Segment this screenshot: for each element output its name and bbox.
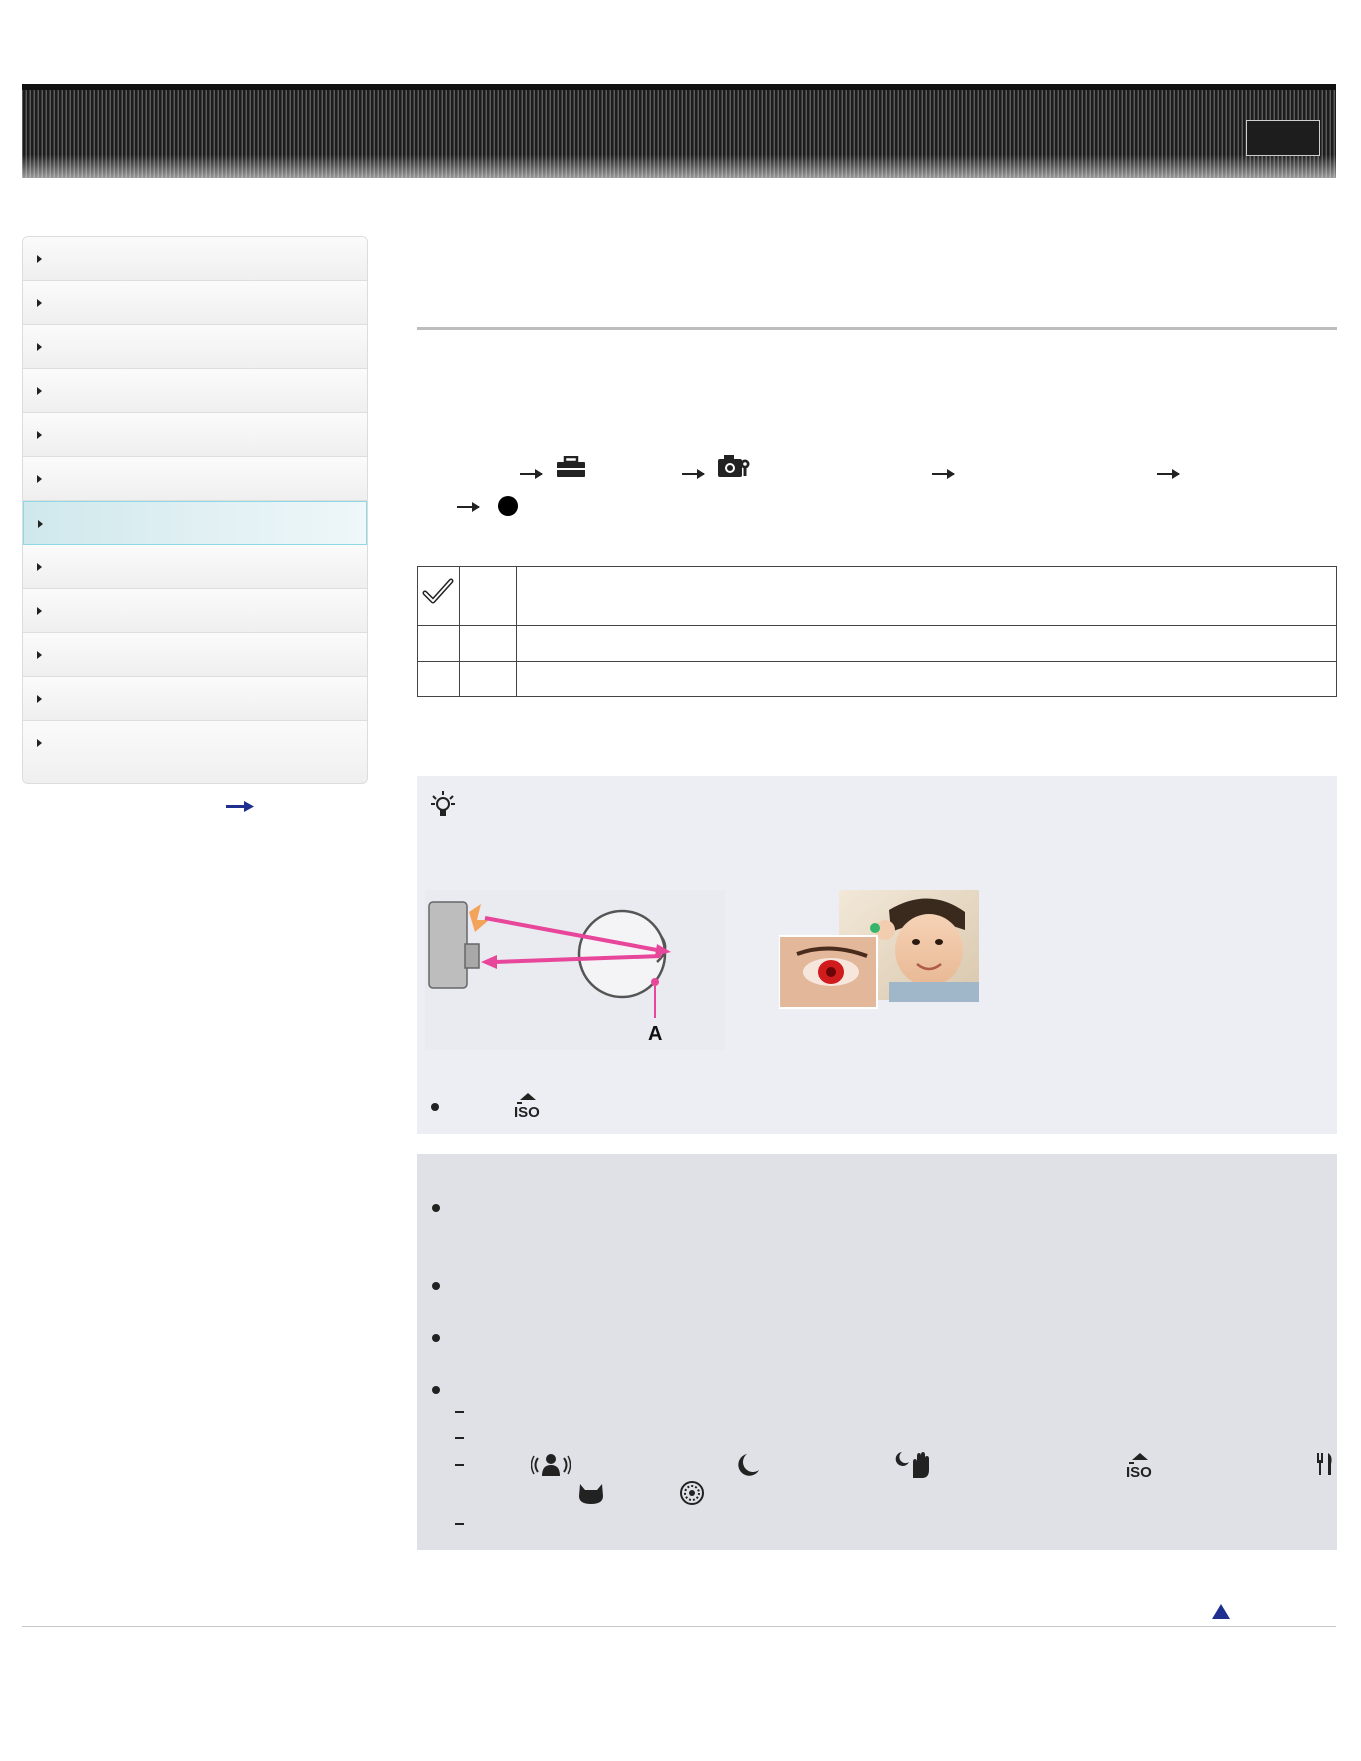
hint-box: A ISO [417, 776, 1337, 1134]
table-row [417, 661, 1337, 697]
toolbox-icon [557, 456, 585, 477]
anti-blur-icon [531, 1454, 571, 1476]
arrow-right-icon [226, 801, 254, 812]
caret-right-icon [37, 387, 42, 395]
path-arrow [457, 502, 480, 512]
bullet [432, 1386, 440, 1394]
caret-right-icon [37, 431, 42, 439]
bullet [432, 1334, 440, 1342]
sidebar-item-11[interactable] [23, 677, 367, 721]
sidebar-item-2[interactable] [23, 281, 367, 325]
twilight-icon [738, 1454, 759, 1476]
caret-right-icon [37, 343, 42, 351]
table-cell-name [459, 625, 517, 662]
caret-right-icon [37, 607, 42, 615]
caret-right-icon [37, 651, 42, 659]
sidebar-item-12[interactable] [23, 721, 367, 783]
hand-held-twilight-icon [895, 1452, 929, 1478]
diagram-label-a: A [648, 1023, 662, 1045]
dash [455, 1437, 464, 1439]
sidebar-item-7-active[interactable] [23, 501, 367, 545]
table-row [417, 625, 1337, 662]
back-to-top-icon[interactable] [1212, 1604, 1230, 1619]
sidebar-item-10[interactable] [23, 633, 367, 677]
header-top-edge [22, 84, 1336, 90]
sidebar-item-9[interactable] [23, 589, 367, 633]
caret-right-icon [37, 255, 42, 263]
notes-box: ISO [417, 1154, 1337, 1550]
caret-right-icon [38, 520, 43, 528]
table-row [417, 566, 1337, 626]
path-arrow [1157, 469, 1180, 479]
pet-icon [579, 1484, 603, 1504]
header-top-button[interactable] [1246, 120, 1320, 156]
red-eye-photo-examples [779, 890, 979, 1009]
svg-text:ISO: ISO [1126, 1464, 1152, 1480]
table-cell-description [516, 625, 1337, 662]
camera-settings-icon [718, 455, 750, 477]
high-sensitivity-iso-icon: ISO [1126, 1453, 1152, 1480]
red-eye-diagram: A [425, 890, 725, 1050]
path-arrow [520, 469, 543, 479]
caret-right-icon [37, 695, 42, 703]
table-cell-description [516, 566, 1337, 626]
header-banner [22, 84, 1336, 178]
sports-icon [680, 1481, 704, 1505]
table-cell-name [459, 566, 517, 626]
sidebar-nav [22, 236, 368, 784]
checkmark-icon [422, 578, 454, 604]
bullet [432, 1282, 440, 1290]
dash [455, 1464, 464, 1466]
sidebar-more-link[interactable] [226, 800, 254, 818]
caret-right-icon [37, 739, 42, 747]
caret-right-icon [37, 299, 42, 307]
caret-right-icon [37, 563, 42, 571]
sidebar-item-3[interactable] [23, 325, 367, 369]
record-dot-icon [498, 496, 518, 516]
high-sensitivity-iso-icon: ISO [514, 1093, 540, 1120]
table-cell-description [516, 661, 1337, 697]
settings-table [417, 566, 1337, 697]
caret-right-icon [37, 475, 42, 483]
gourmet-icon [1317, 1453, 1332, 1475]
svg-text:ISO: ISO [514, 1104, 540, 1120]
lightbulb-icon [431, 791, 455, 816]
title-divider [417, 327, 1337, 330]
table-cell-icon [417, 661, 460, 697]
sidebar-item-5[interactable] [23, 413, 367, 457]
dash [455, 1523, 464, 1525]
table-cell-icon [417, 625, 460, 662]
table-cell-icon [417, 566, 460, 626]
table-cell-name [459, 661, 517, 697]
sidebar-item-1[interactable] [23, 237, 367, 281]
dash [455, 1411, 464, 1413]
sidebar-item-8[interactable] [23, 545, 367, 589]
path-arrow [682, 469, 705, 479]
path-arrow [932, 469, 955, 479]
bullet [431, 1103, 439, 1111]
sidebar-item-4[interactable] [23, 369, 367, 413]
footer-divider [22, 1626, 1336, 1627]
bullet [432, 1204, 440, 1212]
sidebar-item-6[interactable] [23, 457, 367, 501]
